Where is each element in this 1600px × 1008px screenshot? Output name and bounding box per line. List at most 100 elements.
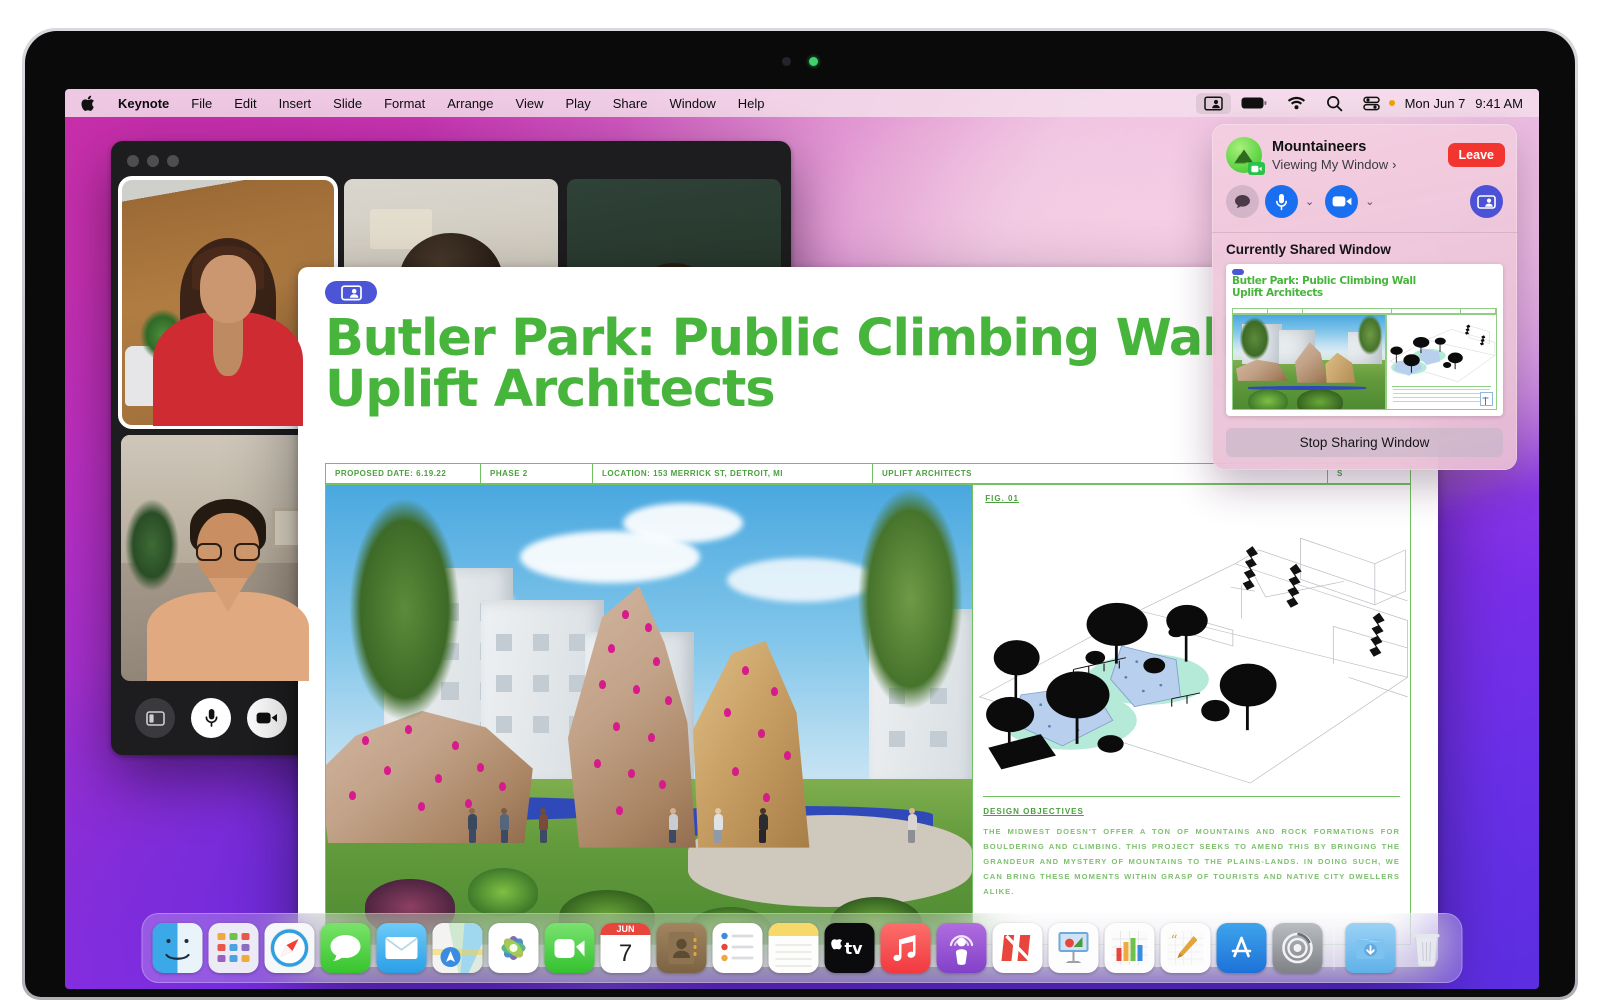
dock-item-settings[interactable] <box>1272 923 1323 973</box>
dock-item-finder[interactable] <box>152 923 203 973</box>
calendar-month: JUN <box>600 923 651 935</box>
menu-bar: Keynote File Edit Insert Slide Format Ar… <box>65 89 1539 117</box>
dock-item-numbers[interactable] <box>1104 923 1155 973</box>
messages-button[interactable] <box>1226 185 1259 218</box>
design-objectives-title: DESIGN OBJECTIVES <box>983 807 1084 817</box>
screen-share-icon[interactable] <box>1195 92 1231 114</box>
calendar-day: 7 <box>618 940 633 967</box>
video-camera-button[interactable] <box>247 698 287 738</box>
menu-play[interactable]: Play <box>554 94 601 113</box>
meta-location: LOCATION: 153 MERRICK ST, DETROIT, MI <box>593 464 873 483</box>
menu-view[interactable]: View <box>505 94 555 113</box>
shareplay-status-text: Viewing My Window <box>1272 156 1389 172</box>
shareplay-group-info: Mountaineers Viewing My Window › <box>1272 138 1438 171</box>
design-objectives-body: THE MIDWEST DOESN'T OFFER A TON OF MOUNT… <box>983 827 1400 896</box>
thumbnail-title: Butler Park: Public Climbing Wall Uplift… <box>1232 275 1495 300</box>
chevron-right-icon: › <box>1392 156 1397 172</box>
control-center-icon[interactable] <box>1353 94 1391 113</box>
thumbnail-title-line2: Uplift Architects <box>1232 286 1323 299</box>
climbing-wall-render-image <box>325 484 973 945</box>
dock-item-contacts[interactable] <box>656 923 707 973</box>
dock-item-pages[interactable]: “ <box>1160 923 1211 973</box>
shareplay-group-name: Mountaineers <box>1272 139 1367 156</box>
battery-icon[interactable] <box>1231 94 1277 112</box>
menu-share[interactable]: Share <box>602 94 659 113</box>
meta-proposed-date: PROPOSED DATE: 6.19.22 <box>326 464 481 483</box>
menu-arrange[interactable]: Arrange <box>436 94 504 113</box>
dock-item-facetime[interactable] <box>544 923 595 973</box>
macbook-bezel: Keynote File Edit Insert Slide Format Ar… <box>25 31 1575 997</box>
menu-bar-date[interactable]: Mon Jun 7 <box>1395 96 1476 111</box>
dock-item-downloads[interactable] <box>1345 923 1396 973</box>
menu-slide[interactable]: Slide <box>322 94 373 113</box>
dock-item-keynote[interactable] <box>1048 923 1099 973</box>
camera-button[interactable] <box>1325 185 1359 218</box>
dock-item-appstore[interactable] <box>1216 923 1267 973</box>
thumbnail-diagram <box>1385 314 1497 410</box>
chevron-down-icon[interactable]: ⌄ <box>1365 195 1374 208</box>
leave-call-button[interactable]: Leave <box>1447 143 1505 167</box>
figure-label: FIG. 01 <box>985 494 1019 503</box>
close-button[interactable] <box>127 155 139 167</box>
dock: JUN 7 tv “ <box>141 913 1463 983</box>
shared-window-section-title: Currently Shared Window <box>1226 242 1391 257</box>
mountain-group-avatar-icon <box>1226 137 1265 175</box>
apple-logo-icon[interactable] <box>79 95 107 112</box>
menu-bar-left: Keynote File Edit Insert Slide Format Ar… <box>79 94 775 113</box>
dock-item-news[interactable] <box>992 923 1043 973</box>
svg-text:“: “ <box>1171 933 1178 949</box>
display-screen: Keynote File Edit Insert Slide Format Ar… <box>65 89 1539 989</box>
stop-sharing-window-button[interactable]: Stop Sharing Window <box>1226 428 1503 457</box>
meta-phase: PHASE 2 <box>481 464 593 483</box>
slide-content: FIG. 01 DESIGN OBJECTIVES THE MIDWEST DO… <box>325 484 1411 945</box>
dock-item-calendar[interactable]: JUN 7 <box>600 923 651 973</box>
menu-insert[interactable]: Insert <box>268 94 323 113</box>
dock-item-messages[interactable] <box>320 923 371 973</box>
dock-item-trash[interactable] <box>1402 923 1452 973</box>
facetime-camera-icon <box>1248 162 1265 175</box>
chevron-down-icon[interactable]: ⌄ <box>1305 195 1314 208</box>
thumbnail-photo <box>1232 314 1386 410</box>
wifi-icon[interactable] <box>1277 94 1316 112</box>
microphone-button[interactable] <box>1265 185 1298 218</box>
menu-file[interactable]: File <box>180 94 223 113</box>
menu-app-name[interactable]: Keynote <box>107 94 180 113</box>
site-plan-diagram: FIG. 01 DESIGN OBJECTIVES THE MIDWEST DO… <box>972 484 1411 945</box>
screen-share-icon[interactable] <box>325 281 377 304</box>
microphone-button[interactable] <box>191 698 231 738</box>
dock-item-maps[interactable] <box>432 923 483 973</box>
dock-item-mail[interactable] <box>376 923 427 973</box>
screenshot-stage: Keynote File Edit Insert Slide Format Ar… <box>0 0 1600 1008</box>
shareplay-controls: ⌄ ⌄ <box>1212 183 1517 232</box>
dock-item-podcasts[interactable] <box>936 923 987 973</box>
thumbnail-body <box>1232 314 1497 410</box>
thumbnail-scale-badge <box>1480 392 1493 406</box>
sidebar-toggle-button[interactable] <box>135 698 175 738</box>
camera-active-dot <box>809 57 818 66</box>
shareplay-popover[interactable]: Mountaineers Viewing My Window › Leave ⌄… <box>1212 124 1517 470</box>
dock-item-safari[interactable] <box>264 923 315 973</box>
dock-item-launchpad[interactable] <box>208 923 259 973</box>
minimize-button[interactable] <box>147 155 159 167</box>
screen-share-button[interactable] <box>1470 185 1503 218</box>
dock-item-notes[interactable] <box>768 923 819 973</box>
menu-bar-status-area: Mon Jun 7 9:41 AM <box>1195 92 1527 114</box>
dock-item-music[interactable] <box>880 923 931 973</box>
zoom-button[interactable] <box>167 155 179 167</box>
webcam-indicator-area <box>782 57 818 66</box>
menu-window[interactable]: Window <box>658 94 726 113</box>
window-traffic-lights <box>127 155 179 167</box>
menu-format[interactable]: Format <box>373 94 436 113</box>
shared-window-thumbnail[interactable]: Butler Park: Public Climbing Wall Uplift… <box>1226 264 1503 416</box>
shareplay-status-row[interactable]: Viewing My Window › <box>1272 157 1438 172</box>
menu-bar-clock[interactable]: 9:41 AM <box>1475 96 1527 111</box>
menu-edit[interactable]: Edit <box>223 94 267 113</box>
isometric-drawing <box>978 537 1409 784</box>
macbook-chassis: Keynote File Edit Insert Slide Format Ar… <box>22 28 1578 1000</box>
dock-item-appletv[interactable]: tv <box>824 923 875 973</box>
spotlight-search-icon[interactable] <box>1316 93 1353 114</box>
dock-item-photos[interactable] <box>488 923 539 973</box>
dock-item-reminders[interactable] <box>712 923 763 973</box>
menu-help[interactable]: Help <box>727 94 776 113</box>
dock-divider <box>1333 926 1335 970</box>
